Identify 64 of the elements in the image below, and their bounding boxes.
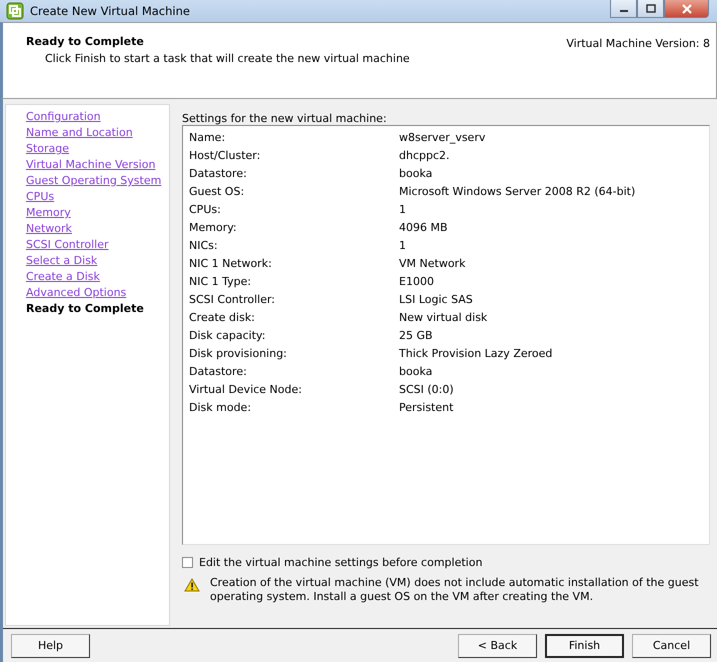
setting-value: 4096 MB <box>399 220 448 234</box>
app-icon <box>6 2 24 20</box>
setting-label: Disk capacity: <box>189 328 266 342</box>
setting-value: Thick Provision Lazy Zeroed <box>399 346 552 360</box>
setting-label: Memory: <box>189 220 238 234</box>
setting-value: LSI Logic SAS <box>399 292 473 306</box>
setting-label: NIC 1 Type: <box>189 274 252 288</box>
setting-value: VM Network <box>399 256 466 270</box>
step-link[interactable]: Select a Disk <box>26 253 98 269</box>
step-link[interactable]: Storage <box>26 141 70 157</box>
setting-value: E1000 <box>399 274 434 288</box>
page-subtitle: Click Finish to start a task that will create the new virtual machine <box>45 52 410 65</box>
setting-label: Datastore: <box>189 364 248 378</box>
setting-value: Persistent <box>399 400 454 414</box>
setting-value: 1 <box>399 202 406 216</box>
close-button[interactable] <box>664 0 709 18</box>
current-step[interactable]: Ready to Complete <box>26 301 144 317</box>
setting-value: booka <box>399 364 432 378</box>
settings-title: Settings for the new virtual machine: <box>182 112 388 125</box>
checkbox[interactable] <box>182 557 193 568</box>
finish-button[interactable]: Finish <box>545 634 624 658</box>
setting-value: 1 <box>399 238 406 252</box>
step-link[interactable]: Virtual Machine Version <box>26 157 156 173</box>
maximize-button[interactable] <box>637 0 664 18</box>
setting-label: Disk provisioning: <box>189 346 288 360</box>
setting-label: Datastore: <box>189 166 248 180</box>
page-title: Ready to Complete <box>26 35 145 48</box>
maximize-icon <box>646 4 656 13</box>
step-link[interactable]: Guest Operating System <box>26 173 162 189</box>
step-link[interactable]: Network <box>26 221 72 237</box>
help-button[interactable]: Help <box>11 634 90 658</box>
step-link[interactable]: Create a Disk <box>26 269 100 285</box>
setting-label: Guest OS: <box>189 184 246 198</box>
setting-label: SCSI Controller: <box>189 292 276 306</box>
window-title: Create New Virtual Machine <box>30 4 190 18</box>
setting-label: CPUs: <box>189 202 222 216</box>
setting-label: NIC 1 Network: <box>189 256 273 270</box>
version-label: Virtual Machine Version: 8 <box>566 37 710 52</box>
warning-text: Creation of the virtual machine (VM) does not include automatic installation of the guest operating system. Install a guest OS on the VM after creating the VM. <box>210 576 700 604</box>
setting-value: booka <box>399 166 432 180</box>
setting-label: Virtual Device Node: <box>189 382 303 396</box>
setting-label: Create disk: <box>189 310 256 324</box>
close-icon <box>680 4 692 14</box>
setting-label: NICs: <box>189 238 219 252</box>
step-link[interactable]: Advanced Options <box>26 285 126 301</box>
setting-value: 25 GB <box>399 328 433 342</box>
step-link[interactable]: SCSI Controller <box>26 237 108 253</box>
step-link[interactable]: Name and Location <box>26 125 133 141</box>
setting-value: SCSI (0:0) <box>399 382 454 396</box>
setting-value: w8server_vserv <box>399 130 486 144</box>
step-link[interactable]: Configuration <box>26 109 101 125</box>
setting-label: Name: <box>189 130 226 144</box>
step-link[interactable]: CPUs <box>26 189 54 205</box>
cancel-button[interactable]: Cancel <box>632 634 711 658</box>
setting-value: New virtual disk <box>399 310 488 324</box>
minimize-button[interactable] <box>610 0 637 18</box>
back-button[interactable]: < Back <box>458 634 537 658</box>
warning-icon <box>184 578 200 592</box>
checkbox-label[interactable]: Edit the virtual machine settings before completion <box>199 556 482 569</box>
step-link[interactable]: Memory <box>26 205 71 221</box>
setting-label: Disk mode: <box>189 400 252 414</box>
setting-value: dhcppc2. <box>399 148 450 162</box>
setting-value: Microsoft Windows Server 2008 R2 (64-bit) <box>399 184 636 198</box>
setting-label: Host/Cluster: <box>189 148 262 162</box>
